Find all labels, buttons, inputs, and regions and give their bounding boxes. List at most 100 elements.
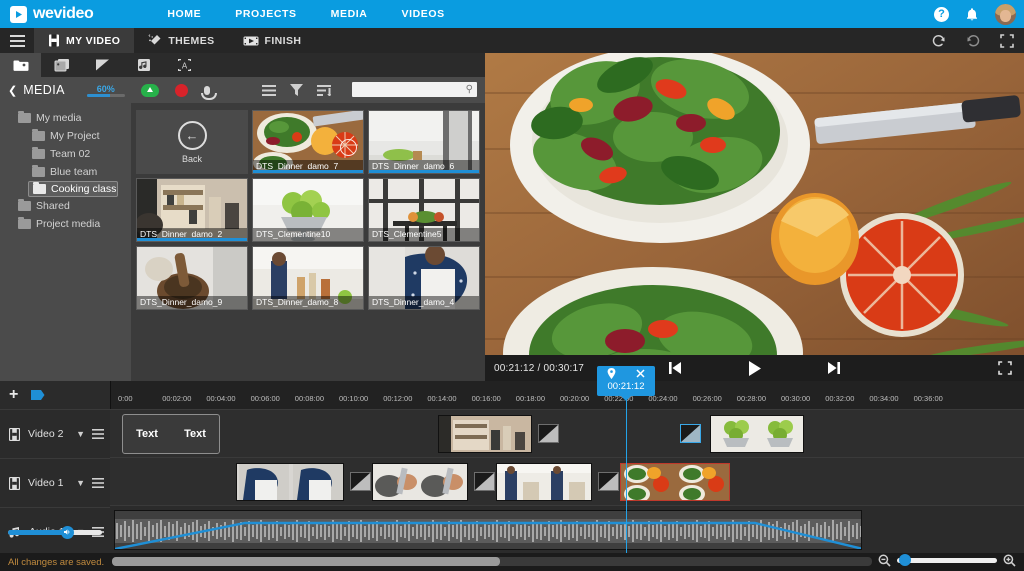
transition-icon[interactable] (598, 472, 619, 491)
media-item[interactable]: DTS_Dinner_damo_6 (368, 110, 480, 174)
playhead-flag[interactable]: 00:21:12 (597, 366, 655, 401)
fullscreen-icon[interactable] (1000, 33, 1014, 48)
filter-icon[interactable] (290, 84, 303, 96)
media-tab-transitions-icon[interactable] (41, 53, 82, 77)
timeline-clip[interactable] (496, 463, 592, 501)
close-icon[interactable] (636, 369, 645, 378)
media-item[interactable]: DTS_Dinner_damo_9 (136, 246, 248, 310)
media-tab-text-icon[interactable]: A (164, 53, 205, 77)
chevron-left-icon[interactable]: ❮ (8, 84, 17, 97)
undo-icon[interactable] (966, 34, 980, 48)
save-status-text: All changes are saved. (8, 556, 105, 568)
folder-icon (32, 147, 45, 159)
nav-media[interactable]: MEDIA (331, 8, 368, 20)
ruler-tick: 00:18:00 (515, 394, 545, 403)
track-lane-video-2[interactable]: Text Text (110, 409, 1024, 458)
track-header-video-2[interactable]: Video 2 ▼ (0, 409, 110, 458)
timeline-clip[interactable] (710, 415, 804, 453)
media-search-box[interactable]: ⚲ (352, 82, 477, 100)
list-view-icon[interactable] (262, 84, 276, 96)
help-icon[interactable]: ? (934, 6, 949, 22)
timeline-clip[interactable] (236, 463, 344, 501)
pin-icon[interactable] (607, 368, 616, 379)
skip-previous-icon[interactable] (667, 361, 683, 375)
timeline-clip[interactable] (372, 463, 468, 501)
media-tab-audio-icon[interactable] (123, 53, 164, 77)
timeline-horizontal-scrollbar[interactable] (112, 557, 872, 566)
track-header-video-1[interactable]: Video 1 ▼ (0, 458, 110, 507)
folder-item-cooking-class[interactable]: Cooking class (28, 181, 118, 197)
media-item[interactable]: DTS_Dinner_damo_4 (368, 246, 480, 310)
transition-icon[interactable] (350, 472, 371, 491)
tab-finish[interactable]: FINISH (229, 28, 316, 53)
editor-tab-bar: MY VIDEO THEMES FINISH (0, 28, 1024, 53)
timeline-clip[interactable] (438, 415, 532, 453)
bell-icon[interactable] (965, 7, 979, 22)
ruler-tick: 00:14:00 (427, 394, 457, 403)
folder-item-shared[interactable]: Shared (0, 197, 131, 215)
skip-next-icon[interactable] (826, 361, 842, 375)
microphone-icon[interactable] (200, 85, 217, 100)
transition-icon[interactable] (538, 424, 559, 443)
chevron-down-icon[interactable]: ▼ (76, 478, 85, 488)
transition-icon-selected[interactable] (680, 424, 701, 443)
zoom-in-icon[interactable] (1003, 554, 1016, 567)
top-right-actions: ? (934, 0, 1016, 28)
track-menu-icon[interactable] (92, 429, 104, 439)
marker-icon[interactable] (30, 388, 46, 402)
film-icon (9, 427, 20, 441)
folder-item-project-media[interactable]: Project media (0, 215, 131, 233)
hamburger-icon[interactable] (0, 28, 34, 53)
folder-item-my-media[interactable]: My media (0, 109, 131, 127)
track-lane-audio-1[interactable] (110, 505, 1024, 554)
sort-icon[interactable] (317, 84, 331, 96)
folder-item-team-02[interactable]: Team 02 (0, 145, 131, 163)
film-icon (48, 34, 60, 47)
ruler-tick: 00:08:00 (294, 394, 324, 403)
media-tab-media-icon[interactable] (0, 53, 41, 77)
zoom-out-icon[interactable] (878, 554, 891, 567)
storage-progress-bar (86, 93, 125, 97)
folder-item-blue-team[interactable]: Blue team (0, 163, 131, 181)
nav-videos[interactable]: VIDEOS (402, 8, 445, 20)
playhead[interactable]: 00:21:12 (597, 366, 655, 561)
track-menu-icon[interactable] (92, 478, 104, 488)
media-tab-graphics-icon[interactable] (82, 53, 123, 77)
user-avatar[interactable] (995, 3, 1016, 25)
redo-icon[interactable] (932, 34, 946, 48)
record-icon[interactable] (174, 83, 188, 97)
media-item[interactable]: DTS_Dinner_damo_2 (136, 178, 248, 242)
transition-icon[interactable] (474, 472, 495, 491)
brand-logo-group[interactable]: wevideo (10, 5, 94, 23)
media-item[interactable]: DTS_Dinner_damo_8 (252, 246, 364, 310)
folder-item-my-project[interactable]: My Project (0, 127, 131, 145)
volume-track[interactable] (8, 525, 102, 539)
text-clip[interactable]: Text Text (122, 414, 220, 454)
timeline-clip-selected[interactable] (620, 463, 730, 501)
media-item[interactable]: DTS_Clementine10 (252, 178, 364, 242)
play-icon[interactable] (747, 360, 762, 377)
zoom-slider[interactable] (897, 554, 997, 566)
folder-label: Project media (36, 218, 101, 230)
nav-projects[interactable]: PROJECTS (235, 8, 296, 20)
sparkle-icon (148, 34, 162, 47)
zoom-slider-knob[interactable] (899, 554, 911, 566)
add-track-icon[interactable]: + (9, 387, 18, 403)
timeline-ruler[interactable]: 0:00 00:02:00 00:04:00 00:06:00 00:08:00 00:1… (110, 391, 1024, 409)
back-tile[interactable]: ← Back (136, 110, 248, 174)
audio-volume-slider[interactable] (0, 521, 110, 543)
tab-themes[interactable]: THEMES (134, 28, 228, 53)
text-clip-label-2: Text (184, 428, 206, 440)
preview-fullscreen-icon[interactable] (998, 361, 1012, 375)
audio-clip[interactable] (114, 510, 862, 550)
search-input[interactable] (352, 84, 456, 100)
cloud-upload-icon[interactable] (140, 83, 159, 97)
nav-home[interactable]: HOME (167, 8, 201, 20)
chevron-down-icon[interactable]: ▼ (76, 429, 85, 439)
volume-knob[interactable] (60, 525, 74, 539)
media-item[interactable]: DTS_Clementine5 (368, 178, 480, 242)
track-lane-video-1[interactable] (110, 457, 1024, 506)
media-item[interactable]: DTS_Dinner_damo_7 (252, 110, 364, 174)
tab-my-video[interactable]: MY VIDEO (34, 28, 135, 53)
video-preview[interactable] (485, 53, 1024, 381)
